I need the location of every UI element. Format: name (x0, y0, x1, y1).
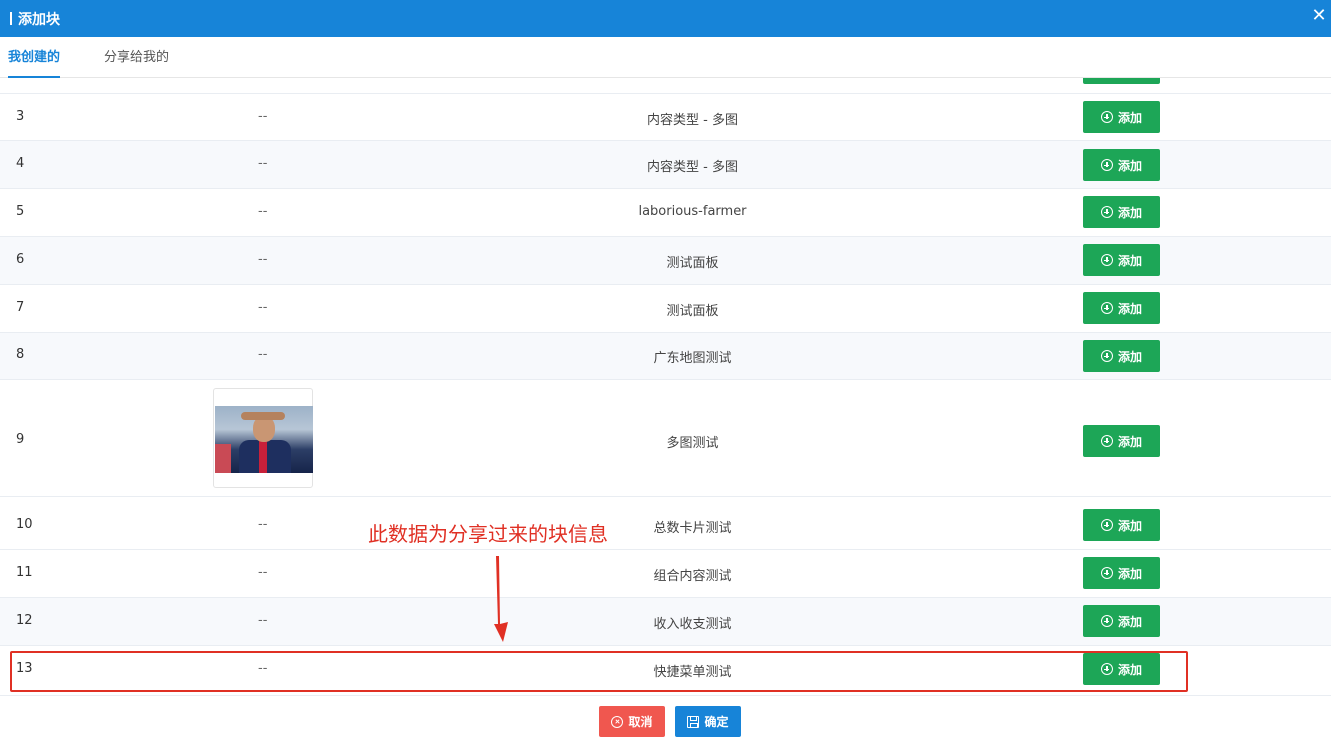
row-name: 测试面板 (666, 256, 719, 271)
add-button[interactable]: 添加 (1083, 653, 1160, 685)
add-label: 添加 (1117, 110, 1142, 125)
confirm-label: 确定 (704, 715, 729, 729)
table-row: 4 -- 内容类型 - 多图 添加 (0, 141, 1331, 189)
row-index: 5 (16, 204, 25, 219)
plus-circle-icon (1100, 302, 1113, 314)
add-button[interactable] (1083, 78, 1160, 84)
table-row: 8 -- 广东地图测试 添加 (0, 333, 1331, 380)
row-thumb: -- (258, 517, 268, 532)
plus-circle-icon (1100, 159, 1113, 171)
add-button[interactable]: 添加 (1083, 244, 1160, 276)
row-index: 3 (16, 109, 25, 124)
row-name: 组合内容测试 (653, 569, 732, 584)
plus-circle-icon (1100, 615, 1113, 627)
confirm-button[interactable]: 确定 (675, 706, 741, 737)
close-icon[interactable]: ✕ (1311, 7, 1327, 25)
row-thumb: -- (258, 661, 268, 676)
table-row-partial (0, 78, 1331, 94)
plus-circle-icon (1100, 254, 1113, 266)
tab-shared-to-me[interactable]: 分享给我的 (104, 37, 169, 78)
table-row: 12 -- 收入收支测试 添加 (0, 598, 1331, 646)
row-thumb: -- (258, 613, 268, 628)
row-index: 4 (16, 156, 25, 171)
dialog-footer: 取消 确定 (0, 696, 1331, 744)
cancel-label: 取消 (628, 715, 653, 729)
add-label: 添加 (1117, 614, 1142, 629)
thumbnail-image (213, 388, 313, 488)
row-index: 6 (16, 252, 25, 267)
row-name: 收入收支测试 (653, 617, 732, 632)
add-label: 添加 (1117, 662, 1142, 677)
add-button[interactable]: 添加 (1083, 292, 1160, 324)
row-index: 11 (16, 565, 33, 580)
row-name: 内容类型 - 多图 (647, 160, 738, 175)
plus-circle-icon (1100, 350, 1113, 362)
add-label: 添加 (1117, 434, 1142, 449)
add-block-dialog: 添加块 ✕ 我创建的 分享给我的 3 -- 内容类型 - 多图 添加 4 -- … (0, 0, 1331, 744)
row-thumb: -- (258, 204, 268, 219)
row-index: 7 (16, 300, 25, 315)
row-thumb: -- (258, 565, 268, 580)
dialog-title: 添加块 (18, 11, 60, 28)
annotation-text: 此数据为分享过来的块信息 (368, 522, 608, 546)
table-row: 13 -- 快捷菜单测试 添加 (0, 646, 1331, 696)
add-label: 添加 (1117, 205, 1142, 220)
plus-circle-icon (1100, 111, 1113, 123)
table-row: 9 多图测试 添加 (0, 380, 1331, 497)
table-row: 6 -- 测试面板 添加 (0, 237, 1331, 285)
tab-bar: 我创建的 分享给我的 (0, 37, 1331, 78)
row-name: 多图测试 (666, 436, 719, 451)
row-name: 测试面板 (666, 304, 719, 319)
row-name: 内容类型 - 多图 (647, 113, 738, 128)
save-icon (687, 715, 700, 728)
add-label: 添加 (1117, 566, 1142, 581)
row-index: 10 (16, 517, 33, 532)
row-thumb: -- (258, 347, 268, 362)
plus-circle-icon (1100, 519, 1113, 531)
add-button[interactable]: 添加 (1083, 101, 1160, 133)
add-label: 添加 (1117, 349, 1142, 364)
table-row: 5 -- laborious-farmer 添加 (0, 189, 1331, 237)
table-row: 7 -- 测试面板 添加 (0, 285, 1331, 333)
add-label: 添加 (1117, 158, 1142, 173)
table-row: 10 -- 总数卡片测试 添加 (0, 502, 1331, 550)
add-button[interactable]: 添加 (1083, 149, 1160, 181)
cancel-button[interactable]: 取消 (599, 706, 665, 737)
plus-circle-icon (1100, 435, 1113, 447)
add-button[interactable]: 添加 (1083, 340, 1160, 372)
dialog-header: 添加块 ✕ (0, 0, 1331, 37)
add-button[interactable]: 添加 (1083, 557, 1160, 589)
add-button[interactable]: 添加 (1083, 196, 1160, 228)
table-row: 11 -- 组合内容测试 添加 (0, 550, 1331, 598)
cancel-icon (611, 715, 624, 728)
add-label: 添加 (1117, 518, 1142, 533)
add-button[interactable]: 添加 (1083, 509, 1160, 541)
row-name: laborious-farmer (638, 204, 747, 219)
add-label: 添加 (1117, 301, 1142, 316)
title-accent (10, 12, 12, 25)
player-photo (215, 406, 313, 473)
row-name: 广东地图测试 (653, 351, 732, 366)
add-label: 添加 (1117, 253, 1142, 268)
table-row: 3 -- 内容类型 - 多图 添加 (0, 94, 1331, 141)
block-list[interactable]: 3 -- 内容类型 - 多图 添加 4 -- 内容类型 - 多图 添加 5 --… (0, 78, 1331, 696)
plus-circle-icon (1100, 206, 1113, 218)
plus-circle-icon (1100, 663, 1113, 675)
row-index: 13 (16, 661, 33, 676)
row-index: 9 (16, 432, 25, 447)
row-index: 8 (16, 347, 25, 362)
row-thumb: -- (258, 156, 268, 171)
annotation-arrow-icon (494, 556, 508, 642)
tab-my-created[interactable]: 我创建的 (8, 37, 61, 78)
add-button[interactable]: 添加 (1083, 605, 1160, 637)
row-thumb: -- (258, 109, 268, 124)
add-button[interactable]: 添加 (1083, 425, 1160, 457)
row-thumb: -- (258, 300, 268, 315)
row-name: 快捷菜单测试 (653, 665, 732, 680)
plus-circle-icon (1100, 567, 1113, 579)
row-thumb: -- (258, 252, 268, 267)
row-index: 12 (16, 613, 33, 628)
